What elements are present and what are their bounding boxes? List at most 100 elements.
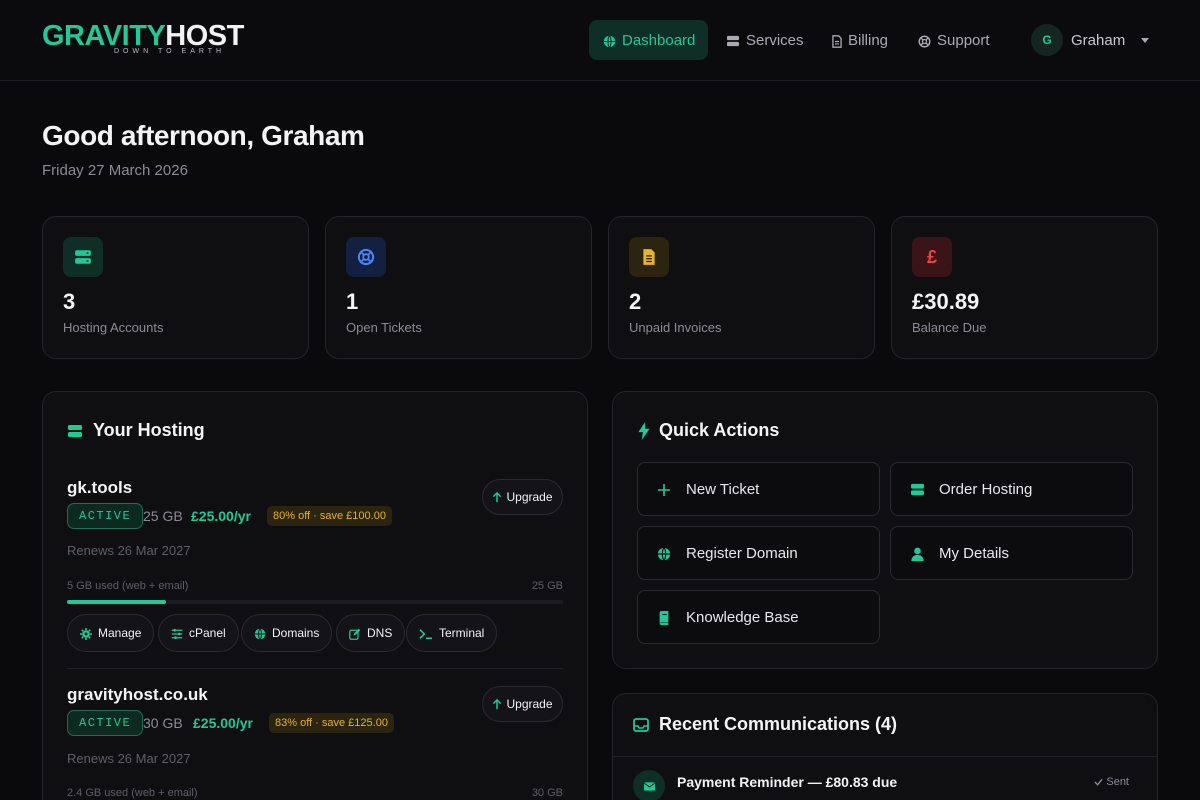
server-icon	[909, 481, 925, 498]
pound-icon: £	[912, 237, 952, 277]
server-icon	[67, 420, 83, 441]
hosting-price: £25.00/yr	[191, 508, 251, 524]
stat-value: 3	[63, 289, 76, 314]
usage-bar	[67, 600, 563, 604]
user-icon	[909, 545, 925, 562]
my-details-button[interactable]: My Details	[890, 526, 1133, 580]
usage-max: 25 GB	[531, 580, 563, 592]
terminal-label: Terminal	[439, 626, 485, 640]
nav-services[interactable]: Services	[712, 20, 817, 60]
quick-actions-title-label: Quick Actions	[659, 420, 780, 440]
register-domain-label: Register Domain	[686, 544, 798, 562]
server-icon	[63, 237, 103, 277]
stat-card-unpaid-invoices[interactable]: 2 Unpaid Invoices	[608, 216, 875, 359]
edit-icon	[349, 626, 361, 640]
nav-dashboard[interactable]: Dashboard	[589, 20, 708, 60]
stat-card-open-tickets[interactable]: 1 Open Tickets	[325, 216, 592, 359]
domains-button[interactable]: Domains	[241, 614, 333, 652]
bolt-icon	[637, 420, 651, 441]
divider	[613, 756, 1157, 757]
nav-support[interactable]: Support	[904, 20, 1005, 60]
server-icon	[726, 33, 740, 48]
nav-billing[interactable]: Billing	[818, 20, 902, 60]
communication-status: Sent	[1094, 776, 1129, 788]
plus-icon	[656, 481, 672, 498]
usage-label: 5 GB used (web + email)	[67, 580, 189, 592]
arrow-up-icon	[492, 490, 502, 504]
arrow-up-icon	[492, 697, 502, 711]
hosting-card-title-label: Your Hosting	[93, 420, 205, 440]
stat-value: £30.89	[912, 289, 980, 314]
stat-label: Balance Due	[912, 320, 987, 335]
nav-services-label: Services	[746, 31, 804, 49]
dns-button[interactable]: DNS	[336, 614, 406, 652]
avatar: G	[1031, 24, 1063, 56]
stat-card-hosting-accounts[interactable]: 3 Hosting Accounts	[42, 216, 309, 359]
renewal-date: Renews 26 Mar 2027	[67, 751, 191, 766]
promo-badge: 80% off · save £100.00	[267, 506, 392, 526]
communications-title-label: Recent Communications (4)	[659, 714, 898, 734]
status-badge: ACTIVE	[67, 710, 144, 736]
communications-card: Recent Communications (4) Payment Remind…	[612, 693, 1158, 800]
nav-support-label: Support	[937, 31, 990, 49]
envelope-icon	[633, 770, 665, 800]
document-icon	[832, 32, 842, 48]
renewal-date: Renews 26 Mar 2027	[67, 543, 191, 558]
stat-label: Unpaid Invoices	[629, 320, 722, 335]
my-details-label: My Details	[939, 544, 1010, 562]
hosting-size: 30 GB	[143, 715, 183, 731]
globe-icon	[656, 545, 672, 562]
stat-value: 1	[346, 289, 359, 314]
user-name: Graham	[1071, 31, 1126, 49]
hosting-price: £25.00/yr	[193, 715, 253, 731]
stat-value: 2	[629, 289, 642, 314]
inbox-icon	[633, 714, 649, 735]
stat-label: Open Tickets	[346, 320, 422, 335]
status-badge: ACTIVE	[67, 503, 144, 529]
order-hosting-label: Order Hosting	[939, 480, 1033, 498]
usage-label: 2.4 GB used (web + email)	[67, 787, 198, 799]
new-ticket-button[interactable]: New Ticket	[637, 462, 880, 516]
quick-actions-card: Quick Actions New Ticket Order Hosting R…	[612, 391, 1158, 669]
terminal-button[interactable]: Terminal	[406, 614, 498, 652]
upgrade-button[interactable]: Upgrade	[482, 479, 563, 515]
manage-button[interactable]: Manage	[67, 614, 155, 652]
nav-billing-label: Billing	[848, 31, 889, 49]
upgrade-label: Upgrade	[506, 490, 553, 504]
order-hosting-button[interactable]: Order Hosting	[890, 462, 1133, 516]
communication-title[interactable]: Payment Reminder — £80.83 due	[677, 774, 897, 790]
gear-icon	[80, 626, 92, 640]
new-ticket-label: New Ticket	[686, 480, 760, 498]
hosting-size: 25 GB	[143, 508, 183, 524]
brand-tagline: DOWN TO EARTH	[114, 48, 226, 55]
domains-label: Domains	[272, 626, 320, 640]
book-icon	[656, 609, 672, 626]
document-icon	[629, 237, 669, 277]
globe-icon	[254, 626, 266, 640]
brand-logo[interactable]: GRAVITYHOST DOWN TO EARTH	[42, 20, 244, 60]
page-title: Good afternoon, Graham	[42, 120, 365, 151]
knowledge-base-label: Knowledge Base	[686, 608, 799, 626]
globe-icon	[603, 32, 616, 48]
nav-dashboard-label: Dashboard	[622, 31, 696, 49]
upgrade-button[interactable]: Upgrade	[482, 686, 563, 722]
stat-card-balance-due[interactable]: £ £30.89 Balance Due	[891, 216, 1158, 359]
communications-title: Recent Communications (4)	[633, 714, 897, 735]
stat-label: Hosting Accounts	[63, 320, 164, 335]
knowledge-base-button[interactable]: Knowledge Base	[637, 590, 880, 644]
register-domain-button[interactable]: Register Domain	[637, 526, 880, 580]
check-icon	[1094, 776, 1106, 788]
usage-max: 30 GB	[531, 787, 563, 799]
hosting-card-title: Your Hosting	[67, 420, 205, 441]
upgrade-label: Upgrade	[506, 697, 553, 711]
top-bar: GRAVITYHOST DOWN TO EARTH Dashboard Serv…	[0, 0, 1200, 81]
communication-status-label: Sent	[1106, 776, 1129, 788]
hosting-domain[interactable]: gk.tools	[67, 478, 132, 498]
quick-actions-title: Quick Actions	[637, 420, 779, 441]
hosting-domain[interactable]: gravityhost.co.uk	[67, 685, 208, 705]
hosting-card: Your Hosting gk.tools ACTIVE 25 GB £25.0…	[42, 391, 588, 800]
divider	[67, 668, 563, 669]
user-menu[interactable]: G Graham	[1031, 24, 1150, 56]
cpanel-button[interactable]: cPanel	[158, 614, 239, 652]
manage-label: Manage	[98, 626, 142, 640]
